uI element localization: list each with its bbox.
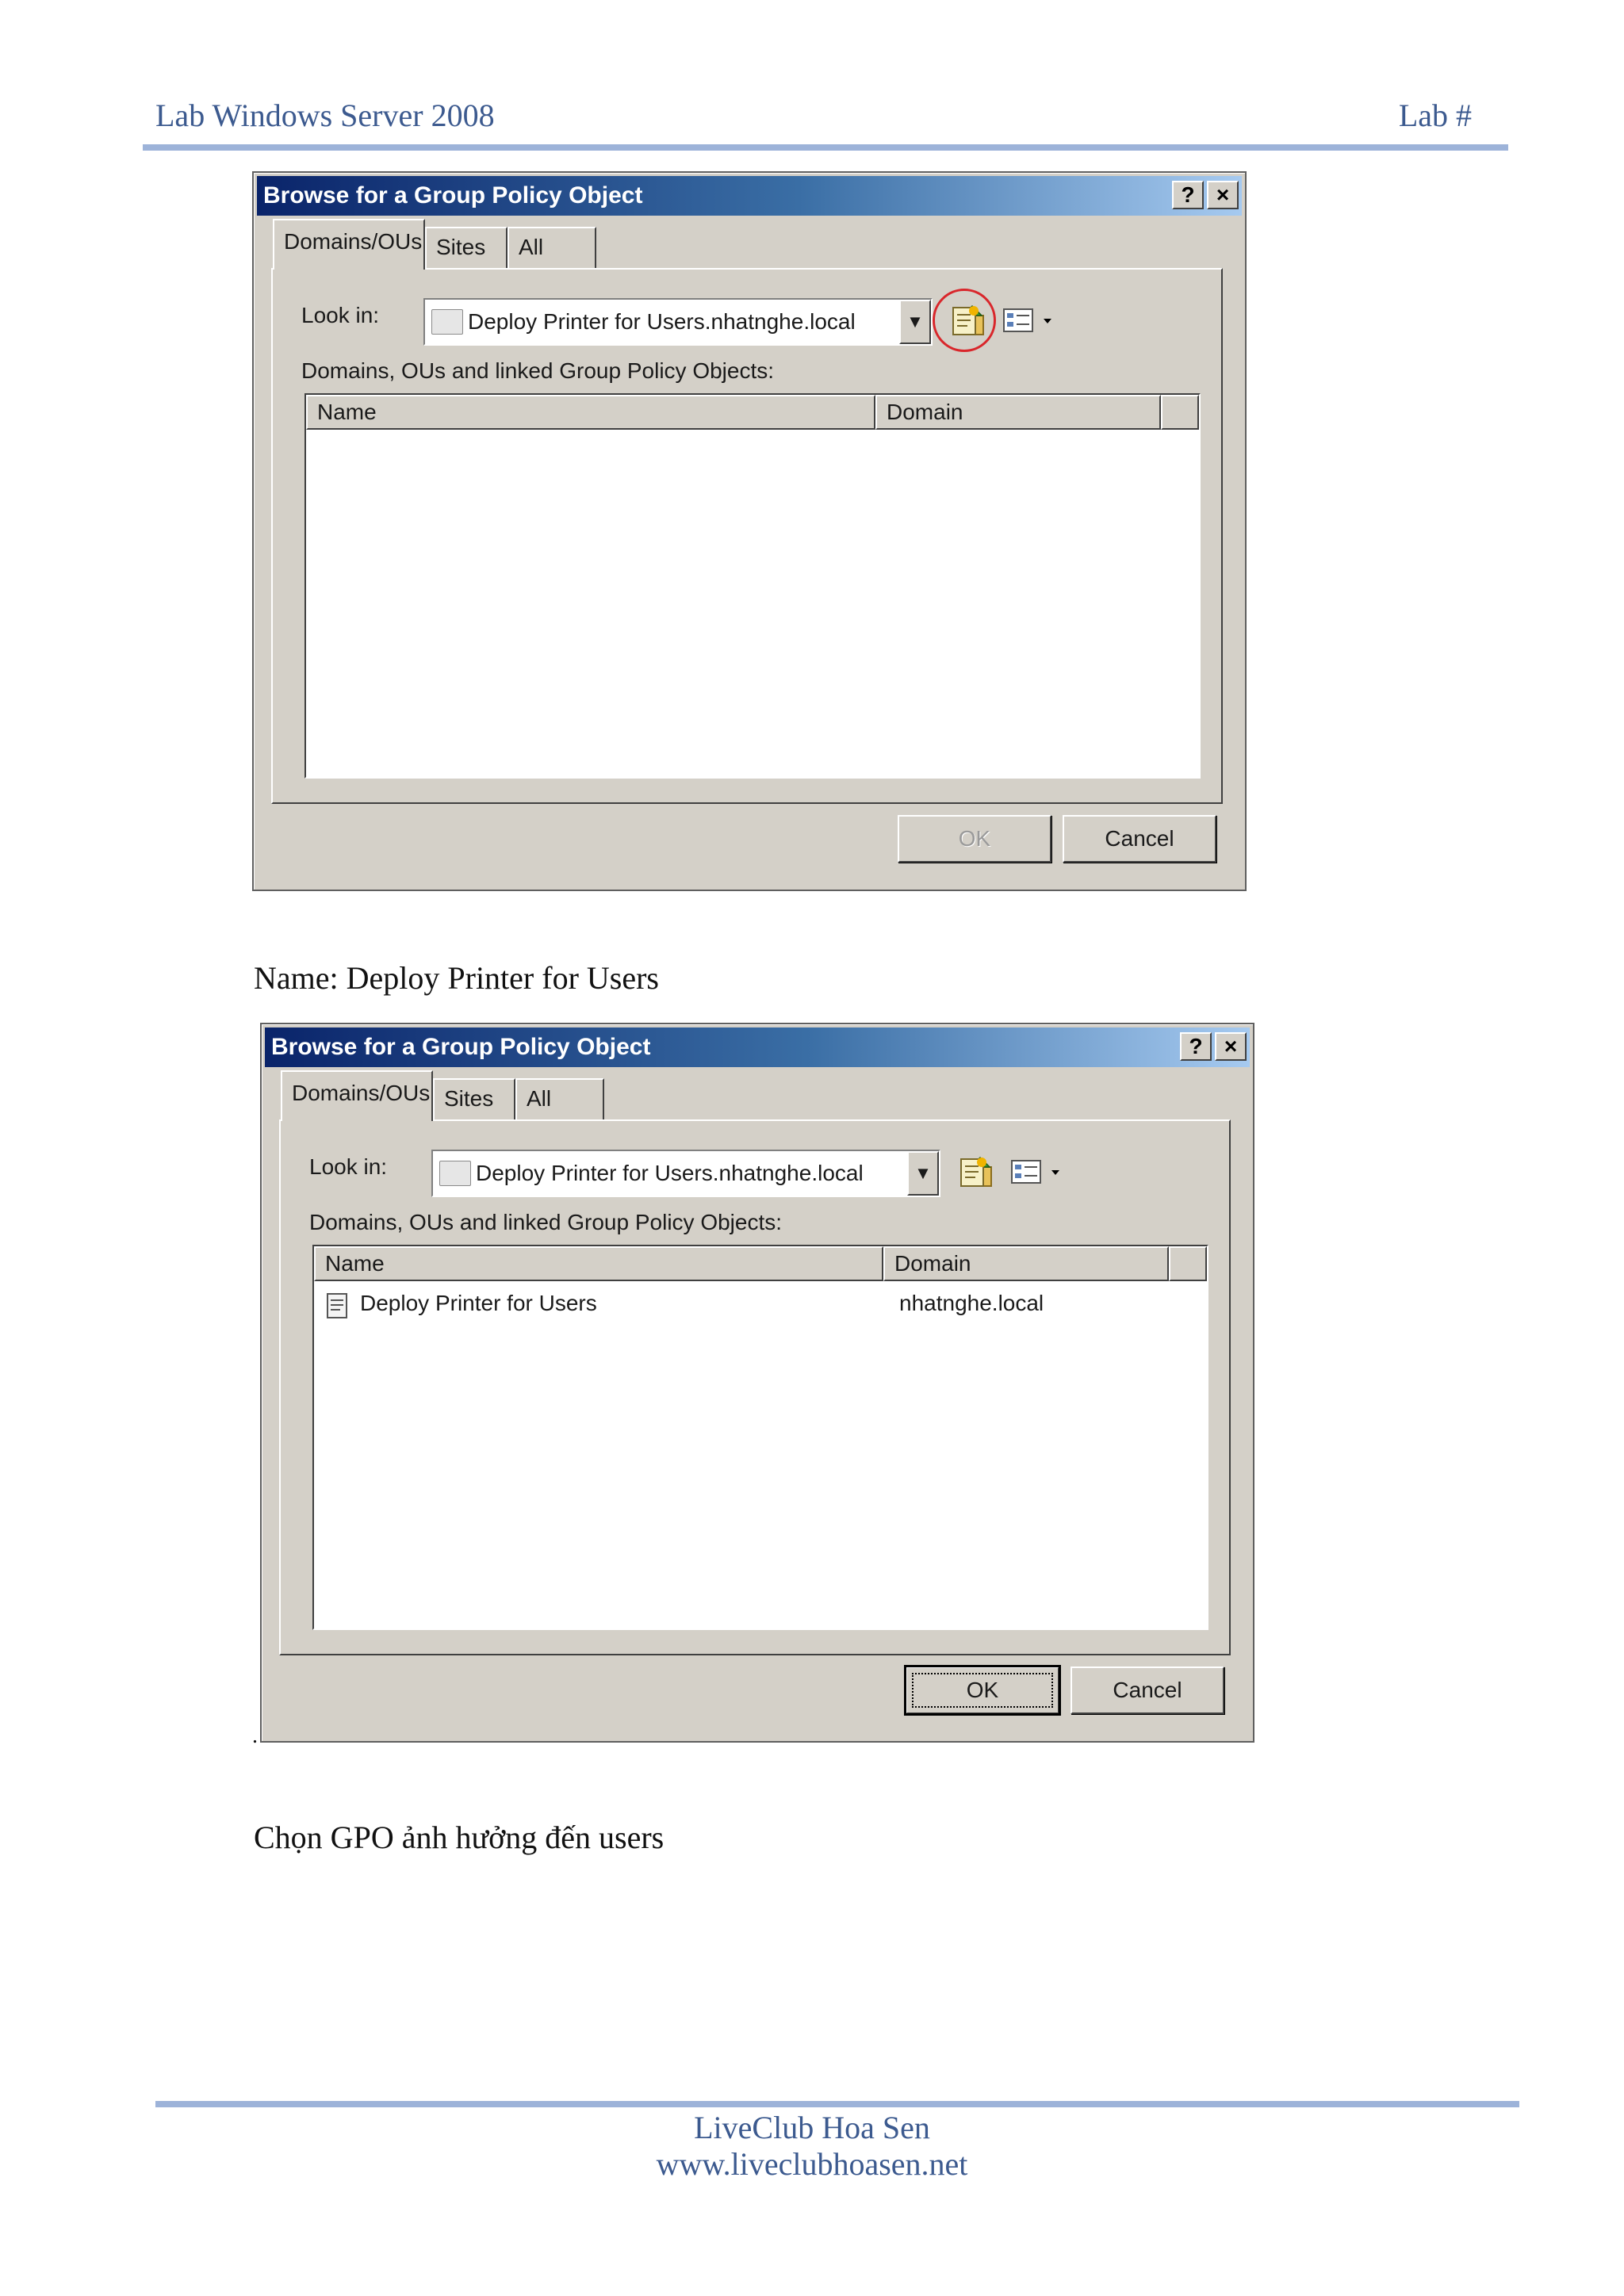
ok-button[interactable]: OK: [898, 815, 1051, 863]
view-menu-icon[interactable]: [1010, 1154, 1066, 1189]
help-button[interactable]: ?: [1172, 181, 1204, 209]
column-domain[interactable]: Domain: [883, 1246, 1169, 1281]
gpo-name: Deploy Printer for Users: [360, 1291, 597, 1315]
browse-gpo-dialog-empty: Browse for a Group Policy Object ? × Dom…: [252, 171, 1247, 891]
column-name[interactable]: Name: [314, 1246, 883, 1281]
title-bar[interactable]: Browse for a Group Policy Object ? ×: [257, 176, 1242, 216]
stray-dot: .: [252, 1724, 258, 1748]
browse-gpo-dialog-with-gpo: Browse for a Group Policy Object ? × Dom…: [260, 1023, 1254, 1743]
dialog-title: Browse for a Group Policy Object: [263, 182, 643, 209]
new-gpo-icon[interactable]: [947, 303, 982, 338]
tab-all[interactable]: All: [508, 227, 596, 268]
ok-button[interactable]: OK: [904, 1665, 1061, 1716]
page-header-lab-number: Lab #: [1398, 98, 1472, 133]
list-caption: Domains, OUs and linked Group Policy Obj…: [301, 358, 775, 383]
close-button[interactable]: ×: [1207, 181, 1239, 209]
list-header: Name Domain: [306, 395, 1199, 430]
look-in-dropdown[interactable]: Deploy Printer for Users.nhatnghe.local …: [423, 298, 933, 346]
look-in-value: Deploy Printer for Users.nhatnghe.local: [468, 309, 856, 334]
cancel-button[interactable]: Cancel: [1071, 1667, 1224, 1714]
look-in-value: Deploy Printer for Users.nhatnghe.local: [476, 1161, 864, 1185]
look-in-label: Look in:: [309, 1154, 388, 1179]
tab-panel: Look in: Deploy Printer for Users.nhatng…: [279, 1119, 1231, 1655]
cancel-button[interactable]: Cancel: [1063, 815, 1216, 863]
gpo-domain: nhatnghe.local: [899, 1291, 1044, 1315]
focus-rectangle: [912, 1673, 1053, 1708]
tab-sites[interactable]: Sites: [425, 227, 508, 268]
column-filler: [1169, 1246, 1207, 1281]
help-button[interactable]: ?: [1180, 1032, 1212, 1061]
column-domain[interactable]: Domain: [875, 395, 1161, 430]
gpo-icon: [325, 1291, 350, 1321]
footer-rule: [155, 2101, 1519, 2107]
list-caption: Domains, OUs and linked Group Policy Obj…: [309, 1210, 783, 1234]
folder-icon: [431, 309, 463, 335]
tab-all[interactable]: All: [515, 1078, 604, 1119]
look-in-label: Look in:: [301, 303, 380, 327]
gpo-list[interactable]: Name Domain Deploy Printer for Users nha…: [312, 1245, 1208, 1630]
column-name[interactable]: Name: [306, 395, 875, 430]
list-item[interactable]: Deploy Printer for Users nhatnghe.local: [322, 1288, 1207, 1322]
tab-sites[interactable]: Sites: [433, 1078, 515, 1119]
tab-domains-ous[interactable]: Domains/OUs: [281, 1070, 433, 1121]
new-gpo-icon[interactable]: [955, 1154, 990, 1189]
choose-gpo-instruction: Chọn GPO ảnh hưởng đến users: [254, 1820, 665, 1855]
list-header: Name Domain: [314, 1246, 1207, 1281]
look-in-dropdown[interactable]: Deploy Printer for Users.nhatnghe.local …: [431, 1150, 940, 1197]
chevron-down-icon[interactable]: ▼: [907, 1151, 939, 1196]
close-button[interactable]: ×: [1215, 1032, 1247, 1061]
column-filler: [1161, 395, 1199, 430]
tab-domains-ous[interactable]: Domains/OUs: [273, 219, 425, 270]
chevron-down-icon[interactable]: ▼: [899, 300, 931, 344]
folder-icon: [439, 1161, 471, 1186]
dialog-title: Browse for a Group Policy Object: [271, 1034, 651, 1060]
header-rule: [143, 144, 1508, 151]
page-header-title: Lab Windows Server 2008: [155, 98, 495, 133]
view-menu-icon[interactable]: [1002, 303, 1058, 338]
gpo-list[interactable]: Name Domain: [304, 393, 1201, 779]
footer-club-name: LiveClub Hoa Sen: [694, 2110, 930, 2145]
title-bar[interactable]: Browse for a Group Policy Object ? ×: [265, 1027, 1250, 1067]
name-instruction: Name: Deploy Printer for Users: [254, 960, 659, 996]
footer-website: www.liveclubhoasen.net: [656, 2146, 968, 2182]
tab-panel: Look in: Deploy Printer for Users.nhatng…: [271, 268, 1223, 804]
